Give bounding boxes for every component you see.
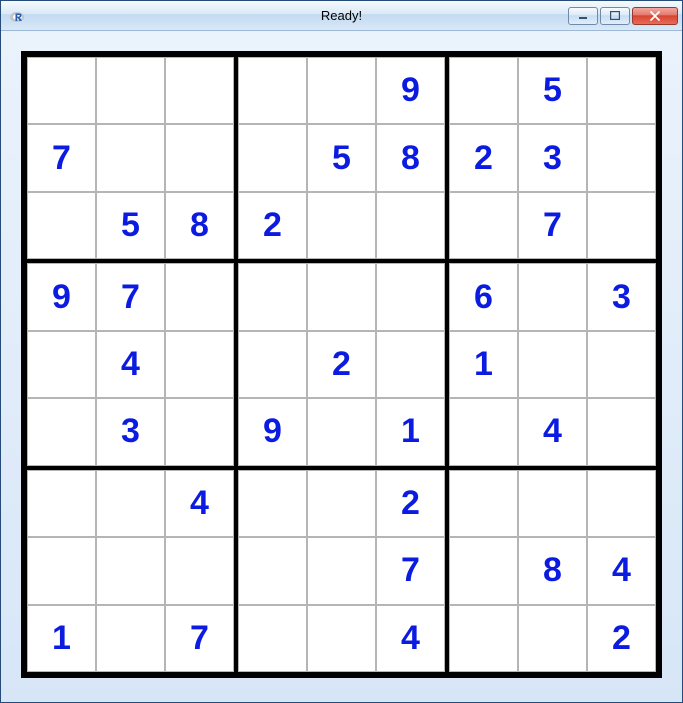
sudoku-cell[interactable]: 4	[376, 605, 445, 672]
sudoku-cell[interactable]	[449, 398, 518, 465]
sudoku-cell[interactable]: 4	[165, 470, 234, 537]
sudoku-box: 6 3 14	[447, 261, 658, 467]
sudoku-cell[interactable]	[518, 470, 587, 537]
sudoku-cell[interactable]: 7	[96, 263, 165, 330]
minimize-button[interactable]	[568, 7, 598, 25]
app-icon	[9, 8, 25, 24]
sudoku-cell[interactable]: 8	[376, 124, 445, 191]
sudoku-box: 842	[447, 468, 658, 674]
sudoku-cell[interactable]: 4	[587, 537, 656, 604]
close-button[interactable]	[632, 7, 678, 25]
sudoku-cell[interactable]: 3	[518, 124, 587, 191]
sudoku-cell[interactable]: 6	[449, 263, 518, 330]
sudoku-cell[interactable]	[449, 537, 518, 604]
sudoku-cell[interactable]	[27, 192, 96, 259]
window-controls	[566, 7, 682, 25]
sudoku-cell[interactable]	[518, 263, 587, 330]
sudoku-cell[interactable]: 5	[518, 57, 587, 124]
sudoku-cell[interactable]	[307, 537, 376, 604]
sudoku-cell[interactable]: 7	[376, 537, 445, 604]
sudoku-cell[interactable]: 7	[165, 605, 234, 672]
sudoku-box: 4 1 7	[25, 468, 236, 674]
sudoku-box: 9743	[25, 261, 236, 467]
sudoku-box: 29 1	[236, 261, 447, 467]
sudoku-cell[interactable]: 2	[307, 331, 376, 398]
sudoku-cell[interactable]	[587, 124, 656, 191]
sudoku-cell[interactable]	[449, 57, 518, 124]
sudoku-cell[interactable]: 4	[96, 331, 165, 398]
sudoku-cell[interactable]: 3	[96, 398, 165, 465]
sudoku-cell[interactable]	[307, 57, 376, 124]
titlebar[interactable]: Ready!	[1, 1, 682, 31]
sudoku-cell[interactable]	[27, 398, 96, 465]
maximize-button[interactable]	[600, 7, 630, 25]
sudoku-cell[interactable]	[165, 537, 234, 604]
sudoku-cell[interactable]	[96, 605, 165, 672]
sudoku-cell[interactable]	[165, 398, 234, 465]
sudoku-cell[interactable]: 2	[376, 470, 445, 537]
sudoku-cell[interactable]	[165, 57, 234, 124]
sudoku-cell[interactable]	[165, 263, 234, 330]
sudoku-cell[interactable]	[449, 470, 518, 537]
sudoku-cell[interactable]: 2	[587, 605, 656, 672]
sudoku-cell[interactable]	[587, 331, 656, 398]
sudoku-cell[interactable]: 1	[376, 398, 445, 465]
sudoku-cell[interactable]	[376, 192, 445, 259]
sudoku-cell[interactable]: 7	[518, 192, 587, 259]
sudoku-cell[interactable]: 5	[96, 192, 165, 259]
sudoku-cell[interactable]	[449, 605, 518, 672]
sudoku-cell[interactable]	[165, 124, 234, 191]
sudoku-cell[interactable]	[307, 398, 376, 465]
sudoku-cell[interactable]	[518, 331, 587, 398]
sudoku-cell[interactable]	[307, 470, 376, 537]
sudoku-box: 5237	[447, 55, 658, 261]
sudoku-cell[interactable]: 5	[307, 124, 376, 191]
sudoku-cell[interactable]: 7	[27, 124, 96, 191]
sudoku-cell[interactable]	[96, 470, 165, 537]
client-area: 7589582523797432916314417274842	[1, 31, 682, 702]
sudoku-cell[interactable]	[307, 192, 376, 259]
sudoku-cell[interactable]	[238, 124, 307, 191]
sudoku-cell[interactable]	[238, 537, 307, 604]
sudoku-cell[interactable]	[238, 57, 307, 124]
sudoku-cell[interactable]	[238, 470, 307, 537]
sudoku-cell[interactable]	[238, 331, 307, 398]
sudoku-cell[interactable]	[238, 605, 307, 672]
sudoku-cell[interactable]	[96, 124, 165, 191]
sudoku-cell[interactable]	[27, 331, 96, 398]
sudoku-cell[interactable]: 9	[27, 263, 96, 330]
sudoku-cell[interactable]: 9	[238, 398, 307, 465]
sudoku-box: 758	[25, 55, 236, 261]
sudoku-cell[interactable]	[27, 470, 96, 537]
sudoku-cell[interactable]	[376, 331, 445, 398]
sudoku-cell[interactable]	[307, 605, 376, 672]
sudoku-cell[interactable]	[376, 263, 445, 330]
sudoku-cell[interactable]	[96, 537, 165, 604]
sudoku-cell[interactable]	[587, 398, 656, 465]
sudoku-cell[interactable]	[27, 57, 96, 124]
sudoku-cell[interactable]	[238, 263, 307, 330]
sudoku-cell[interactable]	[449, 192, 518, 259]
sudoku-board: 7589582523797432916314417274842	[21, 51, 662, 678]
sudoku-cell[interactable]: 2	[238, 192, 307, 259]
app-window: Ready! 7589582523797432916314417274842	[0, 0, 683, 703]
sudoku-box: 274	[236, 468, 447, 674]
sudoku-cell[interactable]	[307, 263, 376, 330]
sudoku-cell[interactable]	[587, 192, 656, 259]
sudoku-cell[interactable]: 3	[587, 263, 656, 330]
sudoku-cell[interactable]: 1	[449, 331, 518, 398]
sudoku-box: 958 2	[236, 55, 447, 261]
sudoku-cell[interactable]: 2	[449, 124, 518, 191]
sudoku-cell[interactable]: 8	[165, 192, 234, 259]
sudoku-cell[interactable]	[587, 57, 656, 124]
sudoku-cell[interactable]	[27, 537, 96, 604]
sudoku-cell[interactable]: 1	[27, 605, 96, 672]
sudoku-cell[interactable]	[96, 57, 165, 124]
sudoku-cell[interactable]: 4	[518, 398, 587, 465]
sudoku-cell[interactable]	[587, 470, 656, 537]
sudoku-cell[interactable]: 9	[376, 57, 445, 124]
sudoku-cell[interactable]	[518, 605, 587, 672]
sudoku-cell[interactable]: 8	[518, 537, 587, 604]
sudoku-cell[interactable]	[165, 331, 234, 398]
